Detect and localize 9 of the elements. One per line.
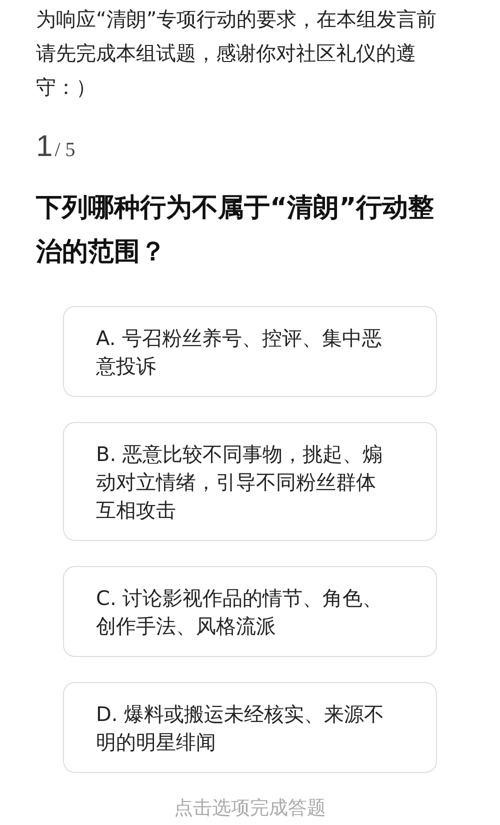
answer-option[interactable]: D. 爆料或搬运未经核实、来源不明的明星绯闻 <box>63 682 437 773</box>
answer-option[interactable]: A. 号召粉丝养号、控评、集中恶意投诉 <box>63 306 437 397</box>
answer-option[interactable]: C. 讨论影视作品的情节、角色、创作手法、风格流派 <box>63 566 437 657</box>
intro-text: 为响应“清朗”专项行动的要求，在本组发言前请先完成本组试题，感谢你对社区礼仪的遵守：） <box>36 6 438 101</box>
question-text: 下列哪种行为不属于“清朗”行动整治的范围？ <box>36 192 436 269</box>
hint-text: 点击选项完成答题 <box>173 796 327 821</box>
question-number: 1 <box>36 130 53 164</box>
question-total: / 5 <box>54 139 76 162</box>
answer-option[interactable]: B. 恶意比较不同事物，挑起、煽动对立情绪，引导不同粉丝群体互相攻击 <box>63 422 437 541</box>
